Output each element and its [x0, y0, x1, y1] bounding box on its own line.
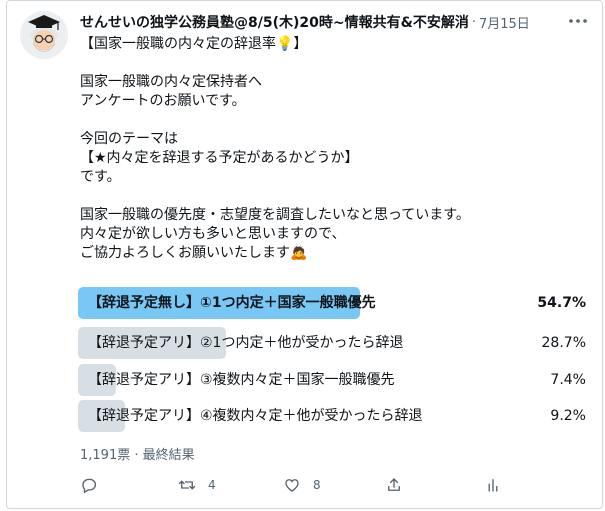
share-icon: [388, 478, 400, 491]
analytics-button[interactable]: [484, 474, 502, 496]
tweet-text-line: 国家一般職の優先度・志望度を調査したいなと思っています。: [80, 207, 470, 223]
tweet-text-line: 今回のテーマは: [80, 131, 178, 147]
tweet-text-line: ご協力よろしくお願いいたします🙇: [80, 245, 308, 261]
poll-option-label: 【辞退予定アリ】④複数内々定＋他が受かったら辞退: [88, 408, 423, 424]
retweet-button[interactable]: 4: [178, 474, 216, 496]
retweet-count: 4: [208, 478, 216, 492]
tweet-text: 【国家一般職の内々定の辞退率💡】 国家一般職の内々定保持者へ アンケートのお願いです…: [80, 35, 580, 263]
tweet-text-line: [80, 54, 580, 73]
reply-button[interactable]: [80, 474, 110, 496]
poll-option-percent: 28.7%: [541, 335, 586, 351]
tweet-header: せんせいの独学公務員塾@8/5(木)20時~情報共有&不安解消 · 7月15日: [80, 12, 580, 32]
poll-option-percent: 9.2%: [550, 408, 586, 424]
like-count: 8: [313, 478, 321, 492]
tweet-text-line: 【国家一般職の内々定の辞退率💡】: [80, 36, 308, 52]
tweet-date[interactable]: 7月15日: [479, 13, 530, 32]
header-separator: ·: [471, 14, 476, 30]
reply-icon: [82, 478, 97, 494]
heart-icon: [285, 479, 299, 492]
poll-option-1: 【辞退予定無し】①1つ内定＋国家一般職優先 54.7%: [78, 287, 588, 319]
tweet-text-line: [80, 187, 580, 206]
poll-option-2: 【辞退予定アリ】②1つ内定＋他が受かったら辞退 28.7%: [78, 327, 588, 359]
like-button[interactable]: 8: [283, 474, 321, 496]
author-name[interactable]: せんせいの独学公務員塾@8/5(木)20時~情報共有&不安解消: [80, 12, 469, 32]
poll-option-3: 【辞退予定アリ】③複数内々定＋国家一般職優先 7.4%: [78, 364, 588, 396]
poll-option-percent: 54.7%: [537, 295, 586, 311]
poll-option-percent: 7.4%: [550, 372, 586, 388]
analytics-icon: [488, 479, 498, 492]
tweet-text-line: 国家一般職の内々定保持者へ: [80, 74, 262, 90]
poll-option-label: 【辞退予定無し】①1つ内定＋国家一般職優先: [88, 295, 376, 311]
poll-option-label: 【辞退予定アリ】②1つ内定＋他が受かったら辞退: [88, 335, 404, 351]
tweet-text-line: 【★内々定を辞退する予定があるかどうか】: [80, 150, 359, 166]
tweet-text-line: [80, 111, 580, 130]
author-avatar[interactable]: [20, 11, 68, 59]
tweet-text-line: です。: [80, 169, 121, 185]
avatar-illustration: [20, 11, 68, 59]
tweet-actions: 4 8: [80, 474, 500, 496]
more-options-icon[interactable]: [567, 14, 589, 28]
poll-option-4: 【辞退予定アリ】④複数内々定＋他が受かったら辞退 9.2%: [78, 400, 588, 432]
share-button[interactable]: [385, 474, 403, 496]
poll-summary: 1,191票 · 最終結果: [80, 448, 195, 463]
tweet-text-line: 内々定が欲しい方も多いと思いますので、: [80, 226, 346, 242]
poll-option-label: 【辞退予定アリ】③複数内々定＋国家一般職優先: [88, 372, 395, 388]
retweet-icon: [178, 480, 196, 490]
tweet-text-line: アンケートのお願いです。: [80, 93, 246, 109]
